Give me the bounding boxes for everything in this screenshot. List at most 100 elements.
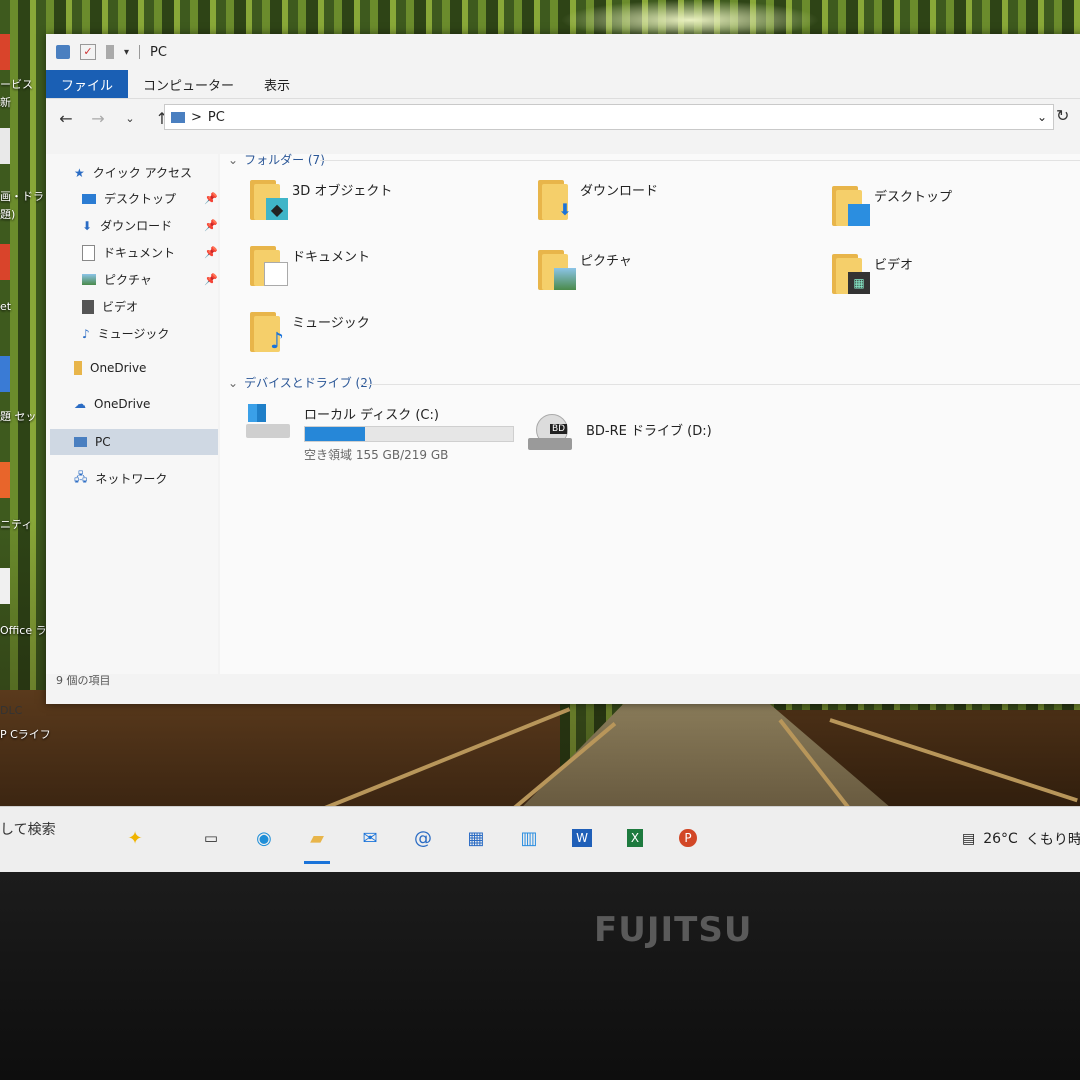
word-icon[interactable]: W — [565, 821, 599, 855]
recent-locations-chevron-icon[interactable]: ⌄ — [122, 112, 138, 125]
new-folder-icon[interactable] — [106, 45, 114, 59]
sidebar-item-music[interactable]: ♪ ミュージック — [82, 325, 169, 342]
sidebar-item-label: PC — [95, 435, 111, 449]
group-divider — [360, 384, 1080, 385]
tab-computer[interactable]: コンピューター — [128, 70, 249, 98]
mail-icon[interactable]: ✉ — [353, 821, 387, 855]
folder-icon — [74, 361, 82, 375]
widgets-icon[interactable]: ▥ — [512, 821, 546, 855]
picture-icon — [554, 268, 576, 290]
pin-icon[interactable]: 📌 — [204, 219, 218, 232]
tab-file[interactable]: ファイル — [46, 70, 129, 98]
folder-icon — [832, 186, 870, 226]
at-mail-app-icon[interactable]: @ — [406, 821, 440, 855]
document-icon — [264, 262, 288, 286]
folder-item-pictures[interactable]: ピクチャ — [538, 250, 632, 290]
sidebar-item-pictures[interactable]: ピクチャ — [82, 271, 152, 288]
pin-icon[interactable]: 📌 — [204, 246, 218, 259]
folder-label: ミュージック — [292, 316, 370, 331]
desktop-shortcut-label: Office ラ — [0, 624, 47, 637]
content-pane: ⌄ フォルダー (7) ◆ 3D オブジェクト ⬇ ダウンロード デスクトップ … — [220, 151, 1080, 674]
sidebar-item-label: ビデオ — [102, 300, 139, 314]
drive-usage-fill — [305, 427, 366, 441]
picture-icon — [82, 274, 96, 285]
desktop-shortcut-1[interactable] — [0, 34, 40, 70]
chevron-down-icon: ⌄ — [228, 152, 239, 167]
desktop-shortcut-2[interactable] — [0, 128, 40, 164]
folder-item-downloads[interactable]: ⬇ ダウンロード — [538, 180, 658, 220]
sidebar-item-videos[interactable]: ビデオ — [82, 298, 138, 315]
folder-item-3d-objects[interactable]: ◆ 3D オブジェクト — [250, 180, 392, 220]
group-header-label: フォルダー (7) — [244, 153, 325, 167]
taskbar: して検索 ✦ ▭ ◉ ▰ ✉ @ ▦ ▥ W X P ▤ 26°C くもり時 — [0, 806, 1080, 873]
address-path: PC — [207, 109, 225, 125]
weather-temp: 26°C — [983, 831, 1018, 847]
taskbar-search[interactable]: して検索 — [0, 819, 56, 839]
address-bar[interactable]: > PC ⌄ — [164, 104, 1054, 130]
refresh-icon[interactable]: ↻ — [1056, 106, 1069, 125]
desktop-shortcut-4[interactable] — [0, 356, 40, 392]
back-arrow-icon[interactable]: ← — [58, 109, 74, 128]
sidebar-item-downloads[interactable]: ⬇ ダウンロード — [82, 217, 172, 234]
desktop-shortcut-3[interactable] — [0, 244, 40, 280]
app-tile-icon — [0, 568, 10, 604]
sidebar-item-onedrive-folder[interactable]: OneDrive — [74, 361, 146, 375]
sidebar-item-network[interactable]: 🖧 ネットワーク — [74, 468, 167, 489]
folder-item-videos[interactable]: ▦ ビデオ — [832, 254, 913, 294]
sidebar-item-documents[interactable]: ドキュメント — [82, 244, 175, 261]
forward-arrow-icon[interactable]: → — [90, 109, 106, 128]
folder-label: デスクトップ — [874, 190, 953, 205]
sidebar-item-label: ミュージック — [97, 327, 170, 341]
sidebar-item-label: ドキュメント — [103, 246, 176, 260]
folder-label: ピクチャ — [580, 254, 632, 269]
tab-view[interactable]: 表示 — [249, 70, 305, 98]
desktop-shortcut-5[interactable] — [0, 462, 40, 498]
desktop-icon — [848, 204, 870, 226]
drive-item-bd-re[interactable]: BD BD-RE ドライブ (D:) — [528, 414, 712, 450]
desktop-shortcut-label: ニティ — [0, 518, 33, 531]
sidebar-item-label: ネットワーク — [95, 472, 168, 486]
properties-icon[interactable]: ✓ — [80, 44, 96, 60]
sidebar-item-quick-access[interactable]: ★ クイック アクセス — [74, 164, 192, 181]
optical-drive-icon: BD — [528, 414, 574, 450]
address-dropdown-chevron-icon[interactable]: ⌄ — [1037, 110, 1047, 124]
folder-item-documents[interactable]: ドキュメント — [250, 246, 370, 286]
hard-drive-icon — [246, 404, 292, 440]
app-grid-icon[interactable]: ▦ — [459, 821, 493, 855]
drive-usage-bar — [304, 426, 514, 442]
app-tile-icon — [0, 128, 10, 164]
folder-item-music[interactable]: ♪ ミュージック — [250, 312, 370, 354]
document-icon — [82, 244, 95, 261]
pin-icon[interactable]: 📌 — [204, 192, 218, 205]
folder-label: 3D オブジェクト — [292, 184, 393, 199]
copilot-sparkle-icon[interactable]: ✦ — [118, 821, 152, 855]
video-icon: ▦ — [848, 272, 870, 294]
desktop-shortcut-label: ービス — [0, 78, 33, 91]
app-tile-icon — [0, 462, 10, 498]
weather-widget[interactable]: ▤ 26°C くもり時 — [962, 829, 1080, 849]
excel-icon[interactable]: X — [618, 821, 652, 855]
3d-objects-icon: ◆ — [266, 198, 288, 220]
folder-icon: ♪ — [250, 312, 284, 354]
task-view-icon[interactable]: ▭ — [194, 821, 228, 855]
title-separator — [139, 45, 141, 59]
cloud-icon: ☁ — [74, 397, 86, 411]
desktop-shortcut-label: 題 セッ — [0, 410, 37, 423]
folder-item-desktop[interactable]: デスクトップ — [832, 186, 952, 226]
file-explorer-icon[interactable]: ▰ — [300, 821, 334, 864]
navigation-pane: ★ クイック アクセス デスクトップ 📌 ⬇ ダウンロード 📌 ドキュメント 📌… — [46, 154, 218, 674]
drive-item-local-disk[interactable]: ローカル ディスク (C:) 空き領域 155 GB/219 GB — [246, 404, 514, 463]
folder-icon — [538, 250, 576, 290]
desktop-shortcut-6[interactable] — [0, 568, 40, 604]
pin-icon[interactable]: 📌 — [204, 273, 218, 286]
window-title: PC — [150, 44, 167, 60]
edge-browser-icon[interactable]: ◉ — [247, 821, 281, 855]
powerpoint-icon[interactable]: P — [671, 821, 705, 855]
sidebar-item-onedrive[interactable]: ☁ OneDrive — [74, 397, 150, 411]
sidebar-item-pc[interactable]: PC — [50, 429, 218, 455]
desktop-shortcut-label: et — [0, 300, 12, 313]
folders-group-header[interactable]: ⌄ フォルダー (7) — [228, 151, 325, 168]
customize-quick-access-icon[interactable]: ▾ — [124, 47, 129, 58]
drives-group-header[interactable]: ⌄ デバイスとドライブ (2) — [228, 374, 373, 391]
sidebar-item-desktop[interactable]: デスクトップ — [82, 190, 176, 207]
